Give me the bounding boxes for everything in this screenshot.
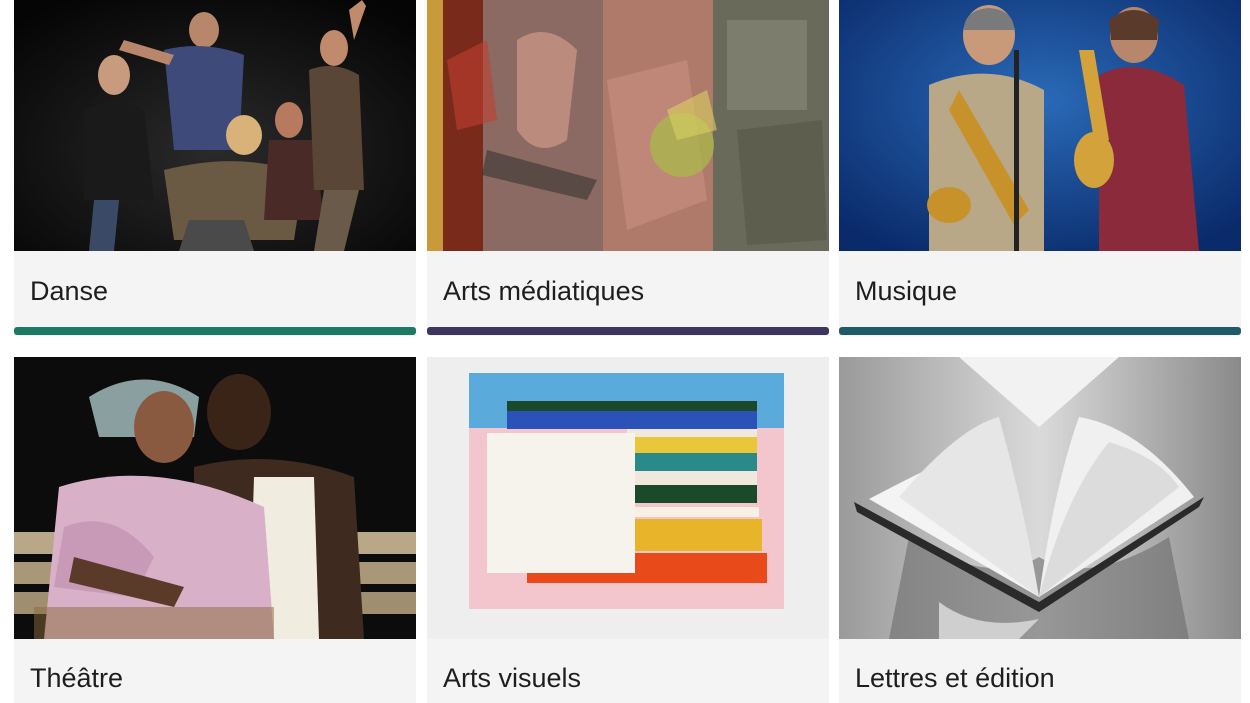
category-label[interactable]: Danse xyxy=(30,276,108,307)
category-card-arts-mediatiques[interactable]: Arts médiatiques xyxy=(427,0,829,336)
category-label[interactable]: Arts médiatiques xyxy=(443,276,644,307)
accent-bar xyxy=(14,327,416,335)
category-card-lettres-et-edition[interactable]: Lettres et édition xyxy=(839,357,1241,703)
accent-bar xyxy=(839,327,1241,335)
actors-image[interactable] xyxy=(14,357,416,639)
category-card-theatre[interactable]: Théâtre xyxy=(14,357,416,703)
painting-image[interactable] xyxy=(427,357,829,639)
category-grid: Danse Arts médiatiques Musique Théâtre A… xyxy=(0,0,1250,703)
dancers-image[interactable] xyxy=(14,0,416,251)
book-image[interactable] xyxy=(839,357,1241,639)
category-label[interactable]: Musique xyxy=(855,276,957,307)
category-card-danse[interactable]: Danse xyxy=(14,0,416,336)
category-label[interactable]: Lettres et édition xyxy=(855,663,1055,694)
category-card-musique[interactable]: Musique xyxy=(839,0,1241,336)
category-label[interactable]: Théâtre xyxy=(30,663,123,694)
accent-bar xyxy=(427,327,829,335)
category-label[interactable]: Arts visuels xyxy=(443,663,581,694)
saxophonists-image[interactable] xyxy=(839,0,1241,251)
category-card-arts-visuels[interactable]: Arts visuels xyxy=(427,357,829,703)
media-collage-image[interactable] xyxy=(427,0,829,251)
